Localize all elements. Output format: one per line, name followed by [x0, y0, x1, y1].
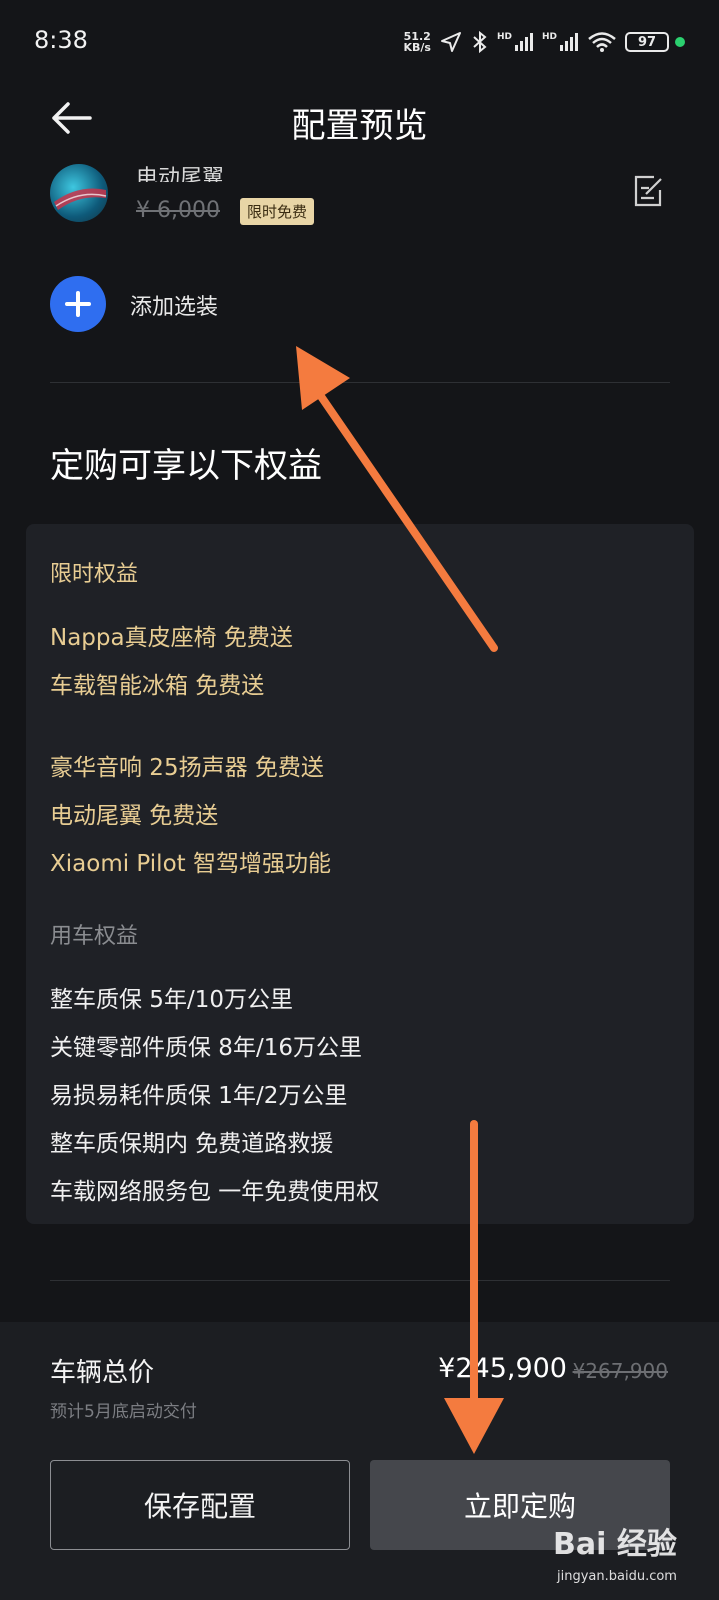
- usage-benefits-title: 用车权益: [50, 924, 139, 949]
- option-name: 电动尾翼: [136, 166, 225, 182]
- benefit-item: Xiaomi Pilot 智驾增强功能: [50, 851, 331, 877]
- privacy-indicator-dot: [675, 37, 685, 47]
- free-badge: 限时免费: [240, 198, 315, 225]
- signal-2: HD: [542, 32, 579, 52]
- benefit-item: 车载智能冰箱 免费送: [50, 673, 265, 699]
- benefit-item: 易损易耗件质保 1年/2万公里: [50, 1083, 348, 1109]
- signal-hd-label: HD: [541, 32, 557, 42]
- total-price-label: 车辆总价: [50, 1358, 155, 1388]
- save-config-button[interactable]: 保存配置: [50, 1460, 350, 1550]
- benefit-item: 整车质保期内 免费道路救援: [50, 1131, 334, 1157]
- benefit-item: 整车质保 5年/10万公里: [50, 987, 293, 1013]
- signal-hd-label: HD: [496, 32, 512, 42]
- watermark: Bai 经验 jingyan.baidu.com: [549, 1515, 699, 1595]
- benefit-item: 电动尾翼 免费送: [50, 803, 219, 829]
- signal-icon: [514, 33, 533, 51]
- add-option-button[interactable]: [50, 276, 106, 332]
- limited-benefits-title: 限时权益: [50, 562, 139, 587]
- net-speed-unit: KB/s: [403, 41, 431, 54]
- edit-icon[interactable]: [632, 174, 664, 208]
- benefit-item: 关键零部件质保 8年/16万公里: [50, 1035, 362, 1061]
- status-time: 8:38: [34, 26, 88, 54]
- benefit-item: 豪华音响 25扬声器 免费送: [50, 755, 324, 781]
- battery-level: 97: [637, 34, 657, 50]
- page-title: 配置预览: [291, 106, 428, 146]
- original-total-price: ¥267,900: [572, 1359, 668, 1383]
- benefit-item: Nappa真皮座椅 免费送: [50, 625, 293, 651]
- option-thumbnail: [50, 164, 108, 222]
- watermark-brand: Bai 经验: [553, 1527, 677, 1562]
- status-icons: 51.2 KB/s HD HD 97: [403, 30, 669, 54]
- option-original-price: ¥ 6,000: [136, 198, 220, 223]
- delivery-note: 预计5月底启动交付: [50, 1402, 197, 1422]
- divider: [50, 382, 670, 383]
- bluetooth-icon: [473, 30, 487, 54]
- signal-1: HD: [497, 32, 534, 52]
- add-option-label[interactable]: 添加选装: [130, 289, 218, 321]
- divider: [50, 1280, 670, 1281]
- total-price: ¥245,900: [438, 1353, 567, 1384]
- signal-icon: [560, 33, 578, 51]
- location-arrow-icon: [440, 32, 461, 52]
- spoiler-image: [54, 188, 107, 210]
- net-speed: 51.2 KB/s: [403, 31, 430, 53]
- wifi-icon: [588, 32, 616, 52]
- plus-icon: [65, 291, 91, 317]
- benefit-item: 车载网络服务包 一年免费使用权: [50, 1179, 380, 1205]
- benefits-heading: 定购可享以下权益: [50, 446, 322, 486]
- battery-icon: 97: [625, 32, 669, 52]
- watermark-url: jingyan.baidu.com: [557, 1569, 677, 1584]
